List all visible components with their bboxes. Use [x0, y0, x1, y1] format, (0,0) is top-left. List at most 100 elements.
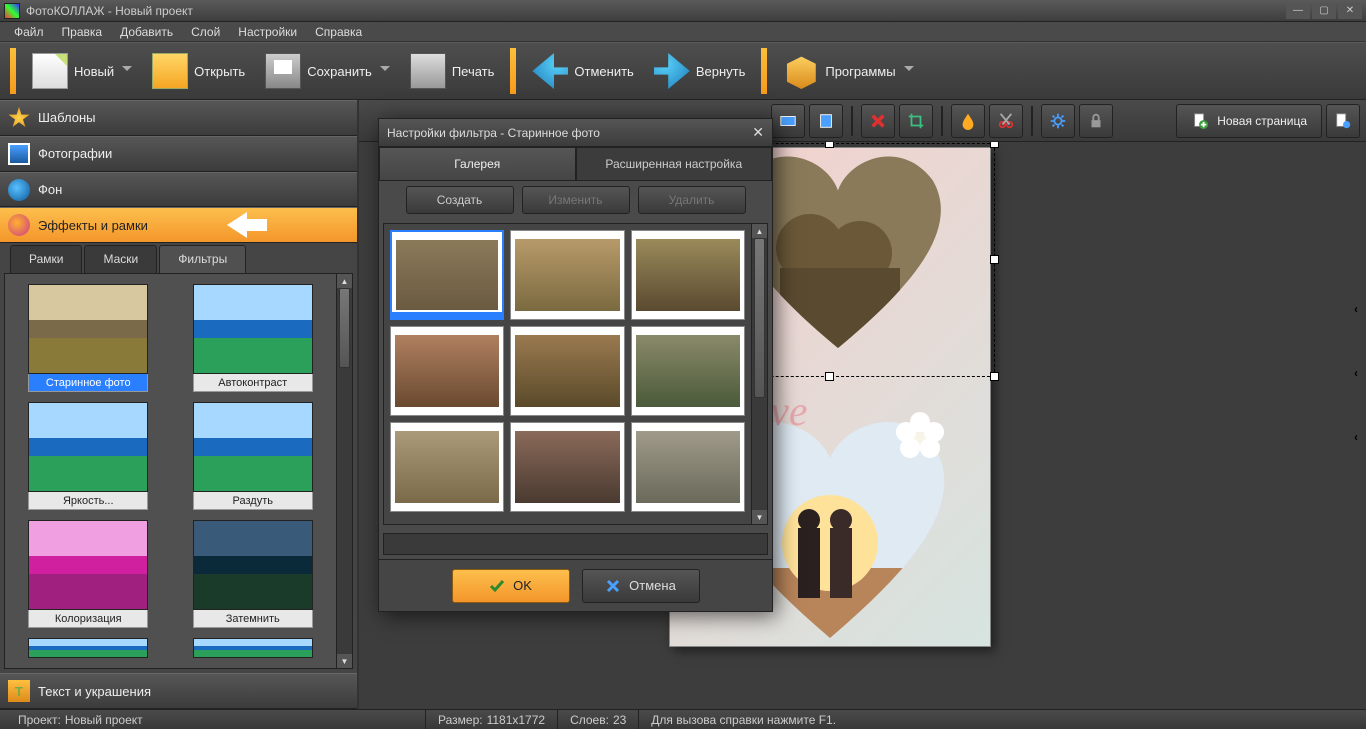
filter-item[interactable] — [180, 638, 327, 658]
filter-autocontrast[interactable]: Автоконтраст — [180, 284, 327, 392]
save-icon — [265, 53, 301, 89]
menu-settings[interactable]: Настройки — [230, 23, 305, 41]
undo-icon — [532, 53, 568, 89]
status-project-label: Проект: — [18, 713, 61, 727]
scroll-down-arrow[interactable]: ▼ — [337, 654, 352, 668]
tab-masks[interactable]: Маски — [84, 245, 157, 273]
tab-gallery[interactable]: Галерея — [379, 147, 576, 181]
dialog-title: Настройки фильтра - Старинное фото — [387, 126, 600, 140]
menu-layer[interactable]: Слой — [183, 23, 228, 41]
preset-item[interactable] — [510, 326, 624, 416]
ok-button[interactable]: OK — [452, 569, 570, 603]
filter-thumbnail — [28, 402, 148, 492]
tool-fit-page[interactable] — [809, 104, 843, 138]
sidebar-item-photos[interactable]: Фотографии — [0, 136, 357, 172]
menu-help[interactable]: Справка — [307, 23, 370, 41]
filter-darken[interactable]: Затемнить — [180, 520, 327, 628]
side-handle[interactable]: ‹ — [1354, 430, 1362, 444]
preset-item[interactable] — [510, 422, 624, 512]
tab-filters[interactable]: Фильтры — [159, 245, 246, 273]
edit-preset-button[interactable]: Изменить — [522, 186, 630, 214]
ok-label: OK — [513, 578, 532, 593]
dialog-preset-actions: Создать Изменить Удалить — [379, 181, 772, 219]
print-button[interactable]: Печать — [400, 49, 505, 93]
filter-thumbnail — [193, 402, 313, 492]
resize-handle[interactable] — [990, 255, 999, 264]
pointer-arrow-icon — [227, 210, 267, 240]
minimize-button[interactable]: — — [1286, 3, 1310, 19]
preset-item[interactable] — [390, 230, 504, 320]
status-size-value: 1181x1772 — [487, 713, 546, 727]
toolbar-separator — [10, 48, 16, 94]
create-preset-button[interactable]: Создать — [406, 186, 514, 214]
tab-frames[interactable]: Рамки — [10, 245, 82, 273]
resize-handle[interactable] — [990, 142, 999, 148]
resize-handle[interactable] — [825, 372, 834, 381]
delete-preset-button[interactable]: Удалить — [638, 186, 746, 214]
new-page-label: Новая страница — [1217, 114, 1307, 128]
tool-cut[interactable] — [989, 104, 1023, 138]
side-handle[interactable]: ‹ — [1354, 366, 1362, 380]
preset-item[interactable] — [631, 422, 745, 512]
tool-settings[interactable] — [1041, 104, 1075, 138]
tool-color[interactable] — [951, 104, 985, 138]
status-project-value: Новый проект — [65, 713, 143, 727]
toolbar-separator — [761, 48, 767, 94]
filter-inflate[interactable]: Раздуть — [180, 402, 327, 510]
open-button[interactable]: Открыть — [142, 49, 255, 93]
side-handle[interactable]: ‹ — [1354, 302, 1362, 316]
sidebar-item-effects[interactable]: Эффекты и рамки — [0, 207, 357, 243]
crop-icon — [907, 112, 925, 130]
statusbar: Проект: Новый проект Размер: 1181x1772 С… — [0, 709, 1366, 729]
resize-handle[interactable] — [825, 142, 834, 148]
preset-grid-scrollbar[interactable]: ▲ ▼ — [751, 224, 767, 524]
menu-add[interactable]: Добавить — [112, 23, 181, 41]
tool-delete[interactable] — [861, 104, 895, 138]
preset-item[interactable] — [390, 326, 504, 416]
sidebar-item-background[interactable]: Фон — [0, 172, 357, 208]
menu-file[interactable]: Файл — [6, 23, 52, 41]
undo-button[interactable]: Отменить — [522, 49, 643, 93]
scroll-up-arrow[interactable]: ▲ — [752, 224, 767, 238]
scroll-thumb[interactable] — [339, 288, 350, 368]
filter-brightness[interactable]: Яркость... — [15, 402, 162, 510]
tab-advanced[interactable]: Расширенная настройка — [576, 147, 773, 181]
status-layers-label: Слоев: — [570, 713, 609, 727]
tool-fit-width[interactable] — [771, 104, 805, 138]
dialog-tabs: Галерея Расширенная настройка — [379, 147, 772, 181]
menubar: Файл Правка Добавить Слой Настройки Спра… — [0, 22, 1366, 42]
preset-item[interactable] — [631, 326, 745, 416]
new-button[interactable]: Новый — [22, 49, 142, 93]
sidebar-item-label: Шаблоны — [38, 110, 96, 125]
filter-item[interactable] — [15, 638, 162, 658]
preset-item[interactable] — [390, 422, 504, 512]
filter-colorize[interactable]: Колоризация — [15, 520, 162, 628]
redo-button[interactable]: Вернуть — [644, 49, 756, 93]
close-button[interactable]: ✕ — [1338, 3, 1362, 19]
app-title: ФотоКОЛЛАЖ - Новый проект — [26, 4, 193, 18]
dialog-close-button[interactable]: ✕ — [752, 124, 764, 141]
resize-handle[interactable] — [990, 372, 999, 381]
tool-page-settings[interactable] — [1326, 104, 1360, 138]
filter-grid-scrollbar[interactable]: ▲ ▼ — [336, 274, 352, 668]
filter-thumbnail — [28, 284, 148, 374]
filter-caption: Затемнить — [193, 610, 313, 628]
preset-item[interactable] — [510, 230, 624, 320]
save-button[interactable]: Сохранить — [255, 49, 400, 93]
sidebar-item-templates[interactable]: Шаблоны — [0, 100, 357, 136]
scroll-thumb[interactable] — [754, 238, 765, 398]
programs-button[interactable]: Программы — [773, 49, 923, 93]
new-page-button[interactable]: Новая страница — [1176, 104, 1322, 138]
dialog-titlebar[interactable]: Настройки фильтра - Старинное фото ✕ — [379, 119, 772, 147]
tool-crop[interactable] — [899, 104, 933, 138]
menu-edit[interactable]: Правка — [54, 23, 111, 41]
filter-vintage-photo[interactable]: Старинное фото — [15, 284, 162, 392]
cancel-button[interactable]: Отмена — [582, 569, 700, 603]
new-label: Новый — [74, 64, 114, 79]
sidebar-item-text[interactable]: T Текст и украшения — [0, 673, 357, 709]
maximize-button[interactable]: ▢ — [1312, 3, 1336, 19]
tool-lock[interactable] — [1079, 104, 1113, 138]
scroll-down-arrow[interactable]: ▼ — [752, 510, 767, 524]
preset-item[interactable] — [631, 230, 745, 320]
scroll-up-arrow[interactable]: ▲ — [337, 274, 352, 288]
